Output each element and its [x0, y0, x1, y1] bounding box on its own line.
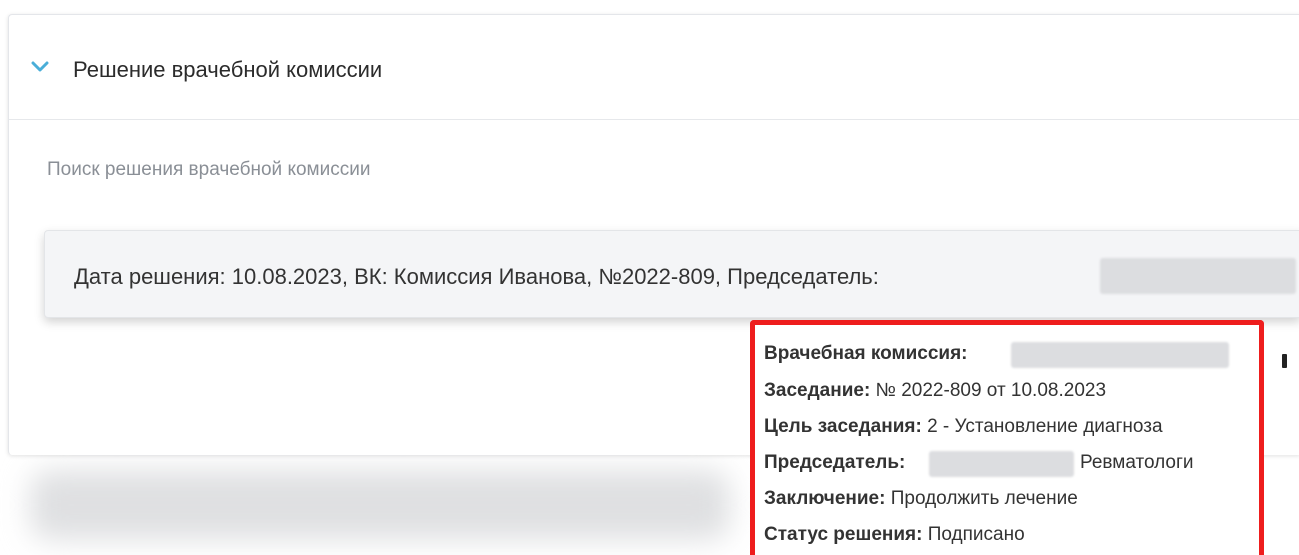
status-value: Подписано [927, 524, 1025, 545]
dropdown-list: Дата решения: 10.08.2023, ВК: Комиссия И… [44, 230, 1299, 318]
search-label: Поиск решения врачебной комиссии [47, 159, 371, 180]
redacted-commission-name [1011, 342, 1229, 368]
tooltip-commission: Врачебная комиссия: [764, 343, 968, 365]
chairman-label: Председатель: [764, 452, 906, 473]
chevron-down-icon[interactable] [31, 61, 49, 73]
scrollbar-thumb[interactable] [1282, 354, 1287, 368]
status-label: Статус решения: [764, 524, 928, 545]
section-title: Решение врачебной комиссии [73, 57, 383, 82]
meeting-label: Заседание: [764, 380, 876, 401]
section-header[interactable]: Решение врачебной комиссии [9, 15, 1299, 120]
tooltip-purpose: Цель заседания: 2 - Установление диагноз… [764, 416, 1163, 438]
decision-tooltip: Врачебная комиссия: Заседание: № 2022-80… [750, 320, 1264, 555]
tooltip-meeting: Заседание: № 2022-809 от 10.08.2023 [764, 380, 1106, 402]
meeting-value: № 2022-809 от 10.08.2023 [875, 380, 1107, 401]
tooltip-conclusion: Заключение: Продолжить лечение [764, 488, 1078, 510]
tooltip-chairman: Председатель: [764, 452, 905, 474]
blurred-content [30, 470, 730, 540]
conclusion-value: Продолжить лечение [890, 488, 1078, 509]
purpose-value: 2 - Установление диагноза [927, 416, 1163, 437]
redacted-chairman [929, 451, 1074, 477]
chairman-value: Ревматологи [1080, 452, 1194, 473]
page: Решение врачебной комиссии Поиск решения… [0, 0, 1299, 555]
conclusion-label: Заключение: [764, 488, 891, 509]
option-text: Дата решения: 10.08.2023, ВК: Комиссия И… [74, 264, 879, 289]
commission-label: Врачебная комиссия: [764, 343, 968, 364]
redacted-chairman-name [1100, 258, 1296, 294]
tooltip-status: Статус решения: Подписано [764, 524, 1025, 546]
purpose-label: Цель заседания: [764, 416, 928, 437]
